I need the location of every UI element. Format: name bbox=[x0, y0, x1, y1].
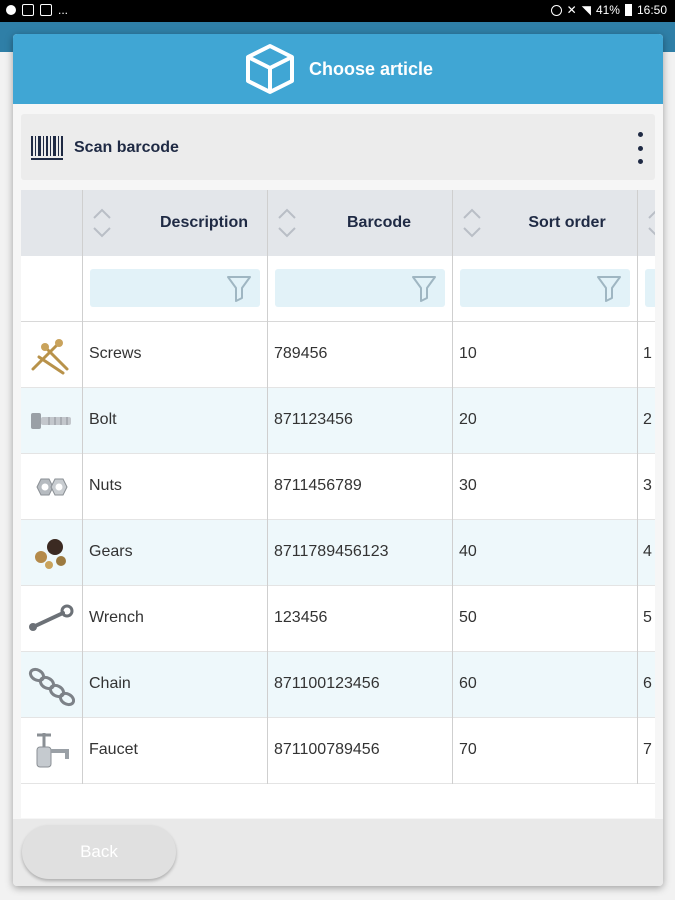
cell-barcode: 8711456789 bbox=[274, 477, 362, 494]
cell-extra: 2 bbox=[643, 411, 652, 428]
wrench-icon bbox=[29, 604, 74, 631]
column-divider bbox=[267, 190, 268, 784]
more-notifications: ... bbox=[58, 3, 69, 17]
column-header-image bbox=[21, 190, 82, 256]
nuts-icon bbox=[36, 478, 68, 496]
table-row[interactable]: Bolt 871123456 20 2 bbox=[21, 388, 655, 454]
screws-icon bbox=[31, 339, 69, 375]
cell-extra: 1 bbox=[643, 345, 652, 362]
cell-description: Nuts bbox=[89, 477, 122, 494]
dialog-header: Choose article bbox=[13, 34, 663, 104]
scan-barcode-label: Scan barcode bbox=[74, 139, 179, 156]
sort-icon[interactable] bbox=[462, 205, 482, 241]
status-bar: ... ✕ ◥ 41% 16:50 bbox=[0, 0, 675, 22]
cell-barcode: 871123456 bbox=[274, 411, 353, 428]
faucet-icon bbox=[36, 733, 69, 768]
wifi-icon: ◥ bbox=[581, 3, 591, 17]
extra-filter[interactable] bbox=[645, 269, 655, 307]
status-left: ... bbox=[6, 3, 68, 17]
cell-extra: 6 bbox=[643, 675, 652, 692]
cell-barcode: 8711789456123 bbox=[274, 543, 389, 560]
cell-description: Wrench bbox=[89, 609, 144, 626]
bolt-icon bbox=[31, 413, 71, 429]
cell-extra: 4 bbox=[643, 543, 652, 560]
column-label-barcode: Barcode bbox=[346, 214, 412, 231]
scan-barcode-bar[interactable]: Scan barcode bbox=[21, 114, 655, 180]
cell-barcode: 789456 bbox=[274, 345, 328, 362]
battery-icon bbox=[624, 4, 632, 16]
description-filter[interactable] bbox=[90, 269, 260, 307]
cell-sort-order: 20 bbox=[459, 411, 477, 428]
more-options-icon[interactable] bbox=[631, 132, 649, 164]
filter-icon bbox=[597, 276, 621, 302]
table-row[interactable]: Chain 871100123456 60 6 bbox=[21, 652, 655, 718]
chain-icon bbox=[28, 667, 75, 707]
cell-extra: 3 bbox=[643, 477, 652, 494]
image-icon bbox=[40, 4, 52, 16]
column-divider bbox=[452, 190, 453, 784]
cell-description: Gears bbox=[89, 543, 133, 560]
cell-extra: 5 bbox=[643, 609, 652, 626]
sort-icon[interactable] bbox=[647, 205, 655, 241]
column-header-sort-order[interactable]: Sort order bbox=[452, 190, 637, 256]
sort-icon[interactable] bbox=[92, 205, 112, 241]
cell-sort-order: 50 bbox=[459, 609, 477, 626]
table-row[interactable]: Gears 8711789456123 40 4 bbox=[21, 520, 655, 586]
cell-sort-order: 40 bbox=[459, 543, 477, 560]
gears-icon bbox=[35, 539, 66, 569]
column-divider bbox=[637, 190, 638, 784]
cell-sort-order: 30 bbox=[459, 477, 477, 494]
cell-barcode: 871100789456 bbox=[274, 741, 380, 758]
message-icon bbox=[22, 4, 34, 16]
filter-icon bbox=[227, 276, 251, 302]
column-label-description: Description bbox=[159, 214, 248, 231]
clock: 16:50 bbox=[636, 3, 667, 17]
table-row[interactable]: Screws 789456 10 1 bbox=[21, 322, 655, 388]
cell-barcode: 871100123456 bbox=[274, 675, 380, 692]
dialog-footer: Back bbox=[13, 819, 663, 886]
table-row[interactable]: Nuts 8711456789 30 3 bbox=[21, 454, 655, 520]
cell-sort-order: 10 bbox=[459, 345, 477, 362]
cell-description: Faucet bbox=[89, 741, 138, 758]
mute-icon: ✕ bbox=[566, 3, 577, 17]
column-divider bbox=[82, 190, 83, 784]
status-right: ✕ ◥ 41% 16:50 bbox=[550, 3, 667, 17]
filter-icon bbox=[412, 276, 436, 302]
table-header: Description Barcode Sort order bbox=[21, 190, 655, 256]
cell-description: Screws bbox=[89, 345, 142, 362]
sort-order-filter[interactable] bbox=[460, 269, 630, 307]
cell-sort-order: 70 bbox=[459, 741, 477, 758]
back-button[interactable]: Back bbox=[22, 825, 176, 879]
alarm-icon bbox=[550, 4, 562, 16]
table-row[interactable]: Faucet 871100789456 70 7 bbox=[21, 718, 655, 784]
cell-sort-order: 60 bbox=[459, 675, 477, 692]
barcode-icon bbox=[31, 136, 63, 160]
column-header-extra[interactable] bbox=[637, 190, 655, 256]
battery-level: 41% bbox=[595, 3, 620, 17]
column-header-barcode[interactable]: Barcode bbox=[267, 190, 452, 256]
box-icon bbox=[245, 44, 294, 94]
filter-row bbox=[21, 256, 655, 322]
sort-icon[interactable] bbox=[277, 205, 297, 241]
article-table: Description Barcode Sort order Screws 78… bbox=[21, 190, 655, 818]
table-row[interactable]: Wrench 123456 50 5 bbox=[21, 586, 655, 652]
column-header-description[interactable]: Description bbox=[82, 190, 267, 256]
cell-description: Bolt bbox=[89, 411, 117, 428]
column-label-sort-order: Sort order bbox=[528, 214, 606, 231]
notification-icon bbox=[6, 5, 16, 15]
cell-extra: 7 bbox=[643, 741, 652, 758]
choose-article-dialog: Choose article Scan barcode Description … bbox=[13, 34, 663, 886]
dialog-title: Choose article bbox=[308, 58, 434, 79]
barcode-filter[interactable] bbox=[275, 269, 445, 307]
cell-description: Chain bbox=[89, 675, 131, 692]
cell-barcode: 123456 bbox=[274, 609, 328, 626]
